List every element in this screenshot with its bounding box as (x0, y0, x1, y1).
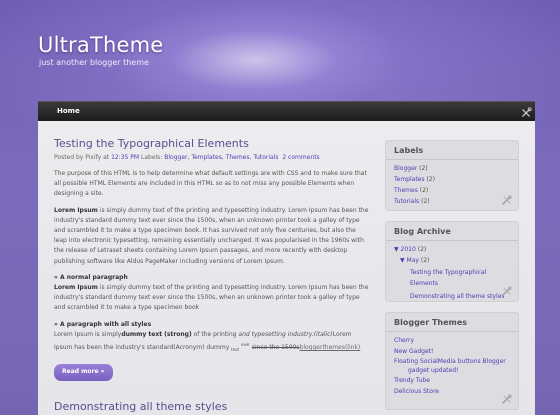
lorem-bold: Lorem Ipsum (54, 206, 98, 214)
theme-link[interactable]: Floating SocialMedia buttons Blogger (394, 358, 506, 365)
theme-item: New Gadget! (394, 346, 510, 357)
edit-widget-icon[interactable] (502, 394, 512, 404)
theme-link[interactable]: Cherry (394, 337, 414, 344)
post-author: Pixify (85, 154, 102, 161)
content-area: Testing the Typographical Elements Poste… (38, 121, 535, 415)
intro-paragraph: The purpose of this HTML is to help dete… (54, 170, 367, 198)
post: Testing the Typographical Elements Poste… (54, 137, 369, 381)
post-label-link[interactable]: Tutorials (253, 154, 278, 161)
meta-at: at (103, 154, 110, 161)
label-item: Tutorials (2) (394, 196, 510, 207)
toggle-month-icon[interactable]: ▼ (400, 257, 405, 264)
label-link[interactable]: Blogger (394, 165, 417, 172)
theme-link[interactable]: gadget updated! (408, 367, 458, 374)
superscript-text: ever (241, 342, 250, 348)
styles-text: of the printing (193, 330, 237, 338)
normal-paragraph-heading: » A normal paragraph (54, 273, 128, 281)
post-label-link[interactable]: Themes, (226, 154, 252, 161)
label-link[interactable]: Templates (394, 176, 425, 183)
styles-paragraph-heading: » A paragraph with all styles (54, 320, 152, 328)
archive-count: (2) (417, 246, 427, 253)
label-item: Themes (2) (394, 185, 510, 196)
styles-text: Lorem Ipsum is simply (54, 330, 122, 338)
styles-link[interactable]: bloggerthemes(link) (300, 344, 361, 351)
theme-link[interactable]: New Gadget! (394, 348, 433, 355)
label-count: (2) (419, 165, 428, 172)
italic-text: and typesetting industry.(italic) (238, 330, 333, 338)
labels-widget: Labels Blogger (2) Templates (2) Themes … (385, 140, 519, 211)
label-link[interactable]: Themes (394, 187, 418, 194)
post-meta: Posted by Pixify at 12:35 PM Labels: Blo… (54, 154, 369, 161)
styles-paragraph: Lorem Ipsum is simplydummy text (strong)… (54, 330, 369, 356)
widget-title: Blog Archive (386, 222, 518, 241)
theme-link[interactable]: Delicious Store (394, 388, 439, 395)
site-title[interactable]: UltraTheme (38, 33, 163, 57)
lorem-text: is simply dummy text of the printing and… (54, 206, 369, 265)
label-count: (2) (419, 187, 429, 194)
label-item: Templates (2) (394, 174, 510, 185)
theme-item: Cherry (394, 335, 510, 346)
meta-prefix: Posted by (54, 154, 84, 161)
theme-link[interactable]: Trendy Tube (394, 377, 430, 384)
wrench-screwdriver-icon[interactable] (521, 107, 532, 118)
archive-post: Testing the Typographical Elements (394, 267, 510, 289)
edit-widget-icon[interactable] (502, 286, 512, 296)
normal-text: is simply dummy text of the printing and… (54, 284, 369, 312)
nav-bar: Home (38, 101, 535, 121)
labels-prefix: Labels: (140, 154, 163, 161)
post-time-link[interactable]: 12:35 PM (111, 154, 139, 161)
archive-list: ▼ 2010 (2) ▼ May (2) Testing the Typogra… (386, 241, 518, 305)
label-item: Blogger (2) (394, 163, 510, 174)
read-more-button[interactable]: Read more » (54, 364, 113, 381)
label-link[interactable]: Tutorials (394, 198, 419, 205)
archive-month: ▼ May (2) (394, 255, 510, 266)
site-description: just another blogger theme (39, 58, 149, 67)
nav-home-link[interactable]: Home (57, 107, 80, 115)
labels-list: Blogger (2) Templates (2) Themes (2) Tut… (386, 160, 518, 210)
theme-item: gadget updated! (394, 366, 510, 375)
post-label-link[interactable]: Templates, (191, 154, 223, 161)
archive-post: Demonstrating all theme styles (394, 291, 510, 302)
archive-month-link[interactable]: May (407, 257, 419, 264)
label-count: (2) (421, 198, 430, 205)
archive-post-link[interactable]: Testing the Typographical Elements (410, 269, 486, 287)
strikethrough-text: since the 1500s (251, 344, 300, 352)
strong-text: dummy text (strong) (121, 330, 192, 338)
blog-archive-widget: Blog Archive ▼ 2010 (2) ▼ May (2) Testin… (385, 221, 519, 302)
theme-item: Floating SocialMedia buttons Blogger (394, 357, 510, 366)
archive-count: (2) (420, 257, 430, 264)
themes-list: Cherry New Gadget! Floating SocialMedia … (386, 332, 518, 400)
lorem-paragraph: Lorem Ipsum is simply dummy text of the … (54, 206, 369, 267)
normal-paragraph: Lorem Ipsum is simply dummy text of the … (54, 283, 369, 314)
theme-item: Trendy Tube (394, 375, 510, 386)
toggle-year-icon[interactable]: ▼ (394, 246, 399, 253)
archive-post-link[interactable]: Demonstrating all theme styles (410, 293, 505, 300)
widget-title: Blogger Themes (386, 313, 518, 332)
archive-year-link[interactable]: 2010 (401, 246, 416, 253)
edit-widget-icon[interactable] (502, 195, 512, 205)
comments-link[interactable]: 2 comments (282, 154, 319, 161)
post-title[interactable]: Testing the Typographical Elements (54, 137, 369, 150)
site-header: UltraTheme just another blogger theme (38, 33, 163, 67)
subscript-text: text (231, 347, 240, 353)
label-count: (2) (426, 176, 435, 183)
theme-item: Delicious Store (394, 386, 510, 397)
second-post-title[interactable]: Demonstrating all theme styles (54, 400, 227, 413)
widget-title: Labels (386, 141, 518, 160)
blogger-themes-widget: Blogger Themes Cherry New Gadget! Floati… (385, 312, 519, 410)
post-label-link[interactable]: Blogger, (164, 154, 189, 161)
post-body: The purpose of this HTML is to help dete… (54, 169, 369, 381)
archive-year: ▼ 2010 (2) (394, 244, 510, 255)
lorem-bold: Lorem Ipsum (54, 284, 98, 292)
